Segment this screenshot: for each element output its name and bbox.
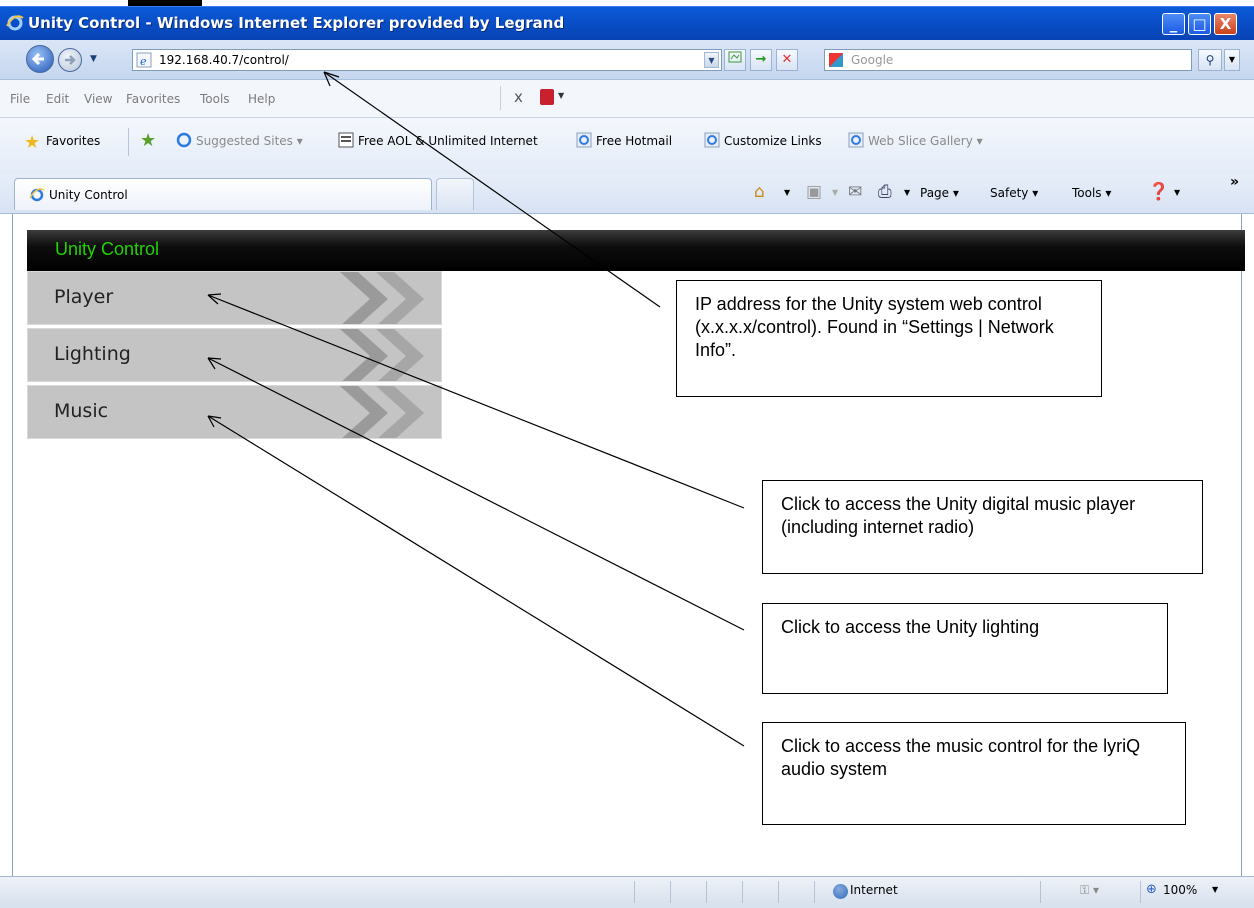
new-tab-button[interactable] xyxy=(436,178,474,210)
menu-favorites[interactable]: Favorites xyxy=(126,92,180,106)
print-dropdown-icon[interactable]: ▼ xyxy=(904,188,910,197)
ie-page-icon xyxy=(704,132,720,148)
favorites-button[interactable]: Favorites xyxy=(46,134,100,148)
menu-tools[interactable]: Tools xyxy=(200,92,230,106)
window-title-bar[interactable]: Unity Control - Windows Internet Explore… xyxy=(0,6,1254,40)
add-to-favorites-icon[interactable]: ★ xyxy=(140,130,156,151)
page-icon: e xyxy=(136,52,152,68)
back-button[interactable] xyxy=(26,45,54,73)
print-icon[interactable]: ⎙ xyxy=(878,182,892,202)
status-divider xyxy=(706,881,707,903)
address-toolbar: ▼ e 192.168.40.7/control/ ▼ → ✕ Google ⚲… xyxy=(0,40,1254,80)
go-arrow-icon[interactable]: → xyxy=(750,49,772,71)
tab-title: Unity Control xyxy=(49,188,128,202)
recent-pages-dropdown-icon[interactable]: ▼ xyxy=(90,54,97,64)
zoom-dropdown-icon[interactable]: ▼ xyxy=(1212,885,1218,894)
status-divider xyxy=(742,881,743,903)
menu-view[interactable]: View xyxy=(84,92,112,106)
callout-player: Click to access the Unity digital music … xyxy=(762,480,1203,574)
feeds-icon[interactable]: ▣ xyxy=(806,182,822,202)
address-dropdown-icon[interactable]: ▼ xyxy=(704,52,719,68)
favorites-star-icon[interactable]: ★ xyxy=(24,132,40,153)
close-window-button[interactable]: X xyxy=(1214,13,1237,35)
unity-header-bar: Unity Control xyxy=(27,230,1245,271)
unity-header-title: Unity Control xyxy=(55,239,160,259)
pdf-icon[interactable] xyxy=(540,89,554,105)
zoom-level[interactable]: 100% xyxy=(1163,883,1197,897)
status-divider xyxy=(814,881,815,903)
status-divider xyxy=(1140,881,1141,903)
feeds-dropdown-icon[interactable]: ▼ xyxy=(832,188,838,197)
callout-music: Click to access the music control for th… xyxy=(762,722,1186,825)
menu-edit[interactable]: Edit xyxy=(46,92,69,106)
tab-unity-control[interactable]: Unity Control xyxy=(14,178,432,210)
link-free-aol[interactable]: Free AOL & Unlimited Internet xyxy=(358,134,538,148)
zoom-icon[interactable]: ⊕ xyxy=(1146,882,1157,897)
pdf-dropdown-icon[interactable]: ▼ xyxy=(558,91,564,100)
window-title: Unity Control - Windows Internet Explore… xyxy=(28,14,565,32)
search-input[interactable]: Google xyxy=(824,49,1192,71)
safety-menu[interactable]: Safety ▾ xyxy=(990,186,1038,200)
feed-page-icon xyxy=(338,132,354,148)
lighting-label: Lighting xyxy=(54,343,131,365)
callout-lighting: Click to access the Unity lighting xyxy=(762,603,1168,694)
callout-ip-address: IP address for the Unity system web cont… xyxy=(676,280,1102,397)
status-bar: Internet ⚿ ▾ ⊕ 100% ▼ xyxy=(0,876,1254,908)
ie-logo-icon xyxy=(29,188,45,202)
ie-page-icon xyxy=(848,132,864,148)
home-dropdown-icon[interactable]: ▼ xyxy=(784,188,790,197)
music-label: Music xyxy=(54,400,109,422)
help-icon[interactable]: ❓ xyxy=(1148,182,1169,202)
minimize-button[interactable]: _ xyxy=(1162,13,1185,35)
search-options-dropdown-icon[interactable]: ▼ xyxy=(1224,49,1240,71)
google-logo-icon xyxy=(829,53,843,67)
svg-text:e: e xyxy=(140,55,147,68)
page-menu[interactable]: Page ▾ xyxy=(920,186,959,200)
menu-help[interactable]: Help xyxy=(248,92,275,106)
favorites-bar: ★ Favorites ★ Suggested Sites ▾ Free AOL… xyxy=(0,118,1254,174)
address-bar[interactable]: e 192.168.40.7/control/ ▼ xyxy=(132,49,722,71)
menu-file[interactable]: File xyxy=(10,92,30,106)
search-icon[interactable]: ⚲ xyxy=(1198,49,1222,71)
home-icon[interactable]: ⌂ xyxy=(754,182,765,202)
menu-separator xyxy=(500,86,501,110)
status-divider xyxy=(1040,881,1041,903)
favorites-separator xyxy=(128,128,129,156)
status-divider xyxy=(778,881,779,903)
link-web-slice-gallery[interactable]: Web Slice Gallery ▾ xyxy=(868,134,983,148)
tools-menu[interactable]: Tools ▾ xyxy=(1072,186,1111,200)
player-label: Player xyxy=(54,286,114,308)
forward-button[interactable] xyxy=(58,48,82,72)
lighting-button[interactable]: Lighting xyxy=(27,328,442,382)
help-dropdown-icon[interactable]: ▼ xyxy=(1174,188,1180,197)
music-button[interactable]: Music xyxy=(27,385,442,439)
link-customize-links[interactable]: Customize Links xyxy=(724,134,822,148)
address-url[interactable]: 192.168.40.7/control/ xyxy=(159,53,289,67)
compatibility-view-icon[interactable] xyxy=(724,49,746,71)
ie-page-icon xyxy=(576,132,592,148)
security-zone[interactable]: Internet xyxy=(850,883,898,897)
read-mail-icon[interactable]: ✉ xyxy=(848,182,862,202)
internet-zone-globe-icon xyxy=(833,884,848,899)
back-arrow-icon xyxy=(31,52,44,66)
player-button[interactable]: Player xyxy=(27,271,442,325)
close-toolbar-icon[interactable]: x xyxy=(514,88,523,106)
menu-bar: File Edit View Favorites Tools Help x ▼ xyxy=(0,80,1254,118)
forward-arrow-icon xyxy=(65,55,76,65)
protected-mode-icon[interactable]: ⚿ ▾ xyxy=(1080,883,1099,898)
toolbar-overflow-chevron-icon[interactable]: » xyxy=(1230,174,1239,190)
link-suggested-sites[interactable]: Suggested Sites ▾ xyxy=(196,134,303,148)
status-divider xyxy=(670,881,671,903)
stop-icon[interactable]: ✕ xyxy=(776,49,798,71)
search-placeholder: Google xyxy=(851,53,894,67)
maximize-button[interactable]: □ xyxy=(1188,13,1211,35)
status-divider xyxy=(634,881,635,903)
ie-logo-icon xyxy=(6,15,24,31)
tab-bar: Unity Control ⌂ ▼ ▣ ▼ ✉ ⎙ ▼ Page ▾ Safet… xyxy=(0,174,1254,214)
ie-page-icon xyxy=(176,132,192,148)
link-free-hotmail[interactable]: Free Hotmail xyxy=(596,134,672,148)
